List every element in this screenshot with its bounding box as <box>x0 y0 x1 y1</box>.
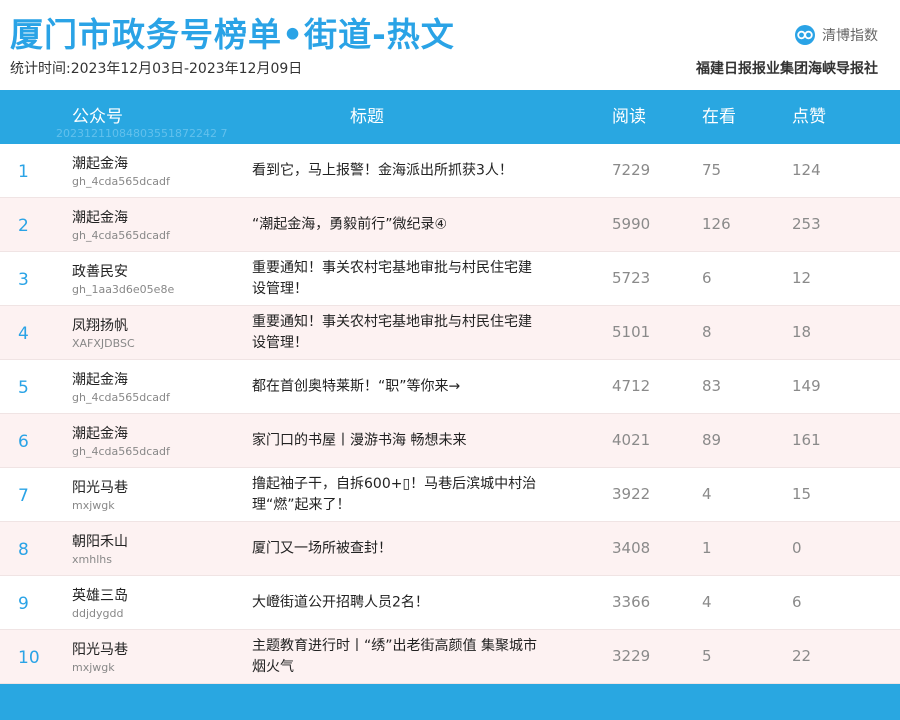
account-name[interactable]: 潮起金海 <box>72 207 128 227</box>
column-header-watching: 在看 <box>702 107 736 127</box>
account-id: gh_4cda565dcadf <box>72 391 170 404</box>
account-id: ddjdygdd <box>72 607 124 620</box>
watching-count: 6 <box>702 269 712 287</box>
likes-count: 18 <box>792 323 812 341</box>
article-title-link[interactable]: 撸起袖子干，自拆600+▯！马巷后滨城中村治理“燃”起来了！ <box>252 474 542 516</box>
likes-count: 253 <box>792 215 821 233</box>
article-title-link[interactable]: 看到它，马上报警！金海派出所抓获3人！ <box>252 160 542 181</box>
likes-count: 6 <box>792 593 802 611</box>
page-title: 厦门市政务号榜单•街道-热文 <box>10 15 455 54</box>
account-name[interactable]: 朝阳禾山 <box>72 531 128 551</box>
account-name[interactable]: 政善民安 <box>72 261 128 281</box>
table-row[interactable]: 7 阳光马巷 mxjwgk 撸起袖子干，自拆600+▯！马巷后滨城中村治理“燃”起来了… <box>0 468 900 522</box>
table-row[interactable]: 1 潮起金海 gh_4cda565dcadf 看到它，马上报警！金海派出所抓获3人！ 7… <box>0 144 900 198</box>
watching-count: 4 <box>702 593 712 611</box>
rank-number: 1 <box>18 162 29 182</box>
column-header-title: 标题 <box>350 107 384 127</box>
column-header-account: 公众号 <box>72 107 123 127</box>
table-row[interactable]: 4 凤翔扬帆 XAFXJDBSC 重要通知！事关农村宅基地审批与村民住宅建设管理！ 51… <box>0 306 900 360</box>
brand-logo: 清博指数 <box>792 24 878 46</box>
publisher-name: 福建日报报业集团海峡导报社 <box>696 61 878 77</box>
account-id: mxjwgk <box>72 661 115 674</box>
read-count: 4712 <box>612 377 651 395</box>
likes-count: 149 <box>792 377 821 395</box>
account-name[interactable]: 阳光马巷 <box>72 639 128 659</box>
rank-number: 10 <box>18 648 40 668</box>
account-id: gh_1aa3d6e05e8e <box>72 283 175 296</box>
account-name[interactable]: 潮起金海 <box>72 369 128 389</box>
article-title-link[interactable]: 家门口的书屋丨漫游书海 畅想未来 <box>252 430 542 451</box>
page-header: 厦门市政务号榜单•街道-热文 统计时间:2023年12月03日-2023年12月… <box>0 0 900 90</box>
table-row[interactable]: 5 潮起金海 gh_4cda565dcadf 都在首创奥特莱斯！“职”等你来→ 4712… <box>0 360 900 414</box>
watching-count: 8 <box>702 323 712 341</box>
read-count: 3922 <box>612 485 651 503</box>
read-count: 4021 <box>612 431 651 449</box>
read-count: 5990 <box>612 215 651 233</box>
table-row[interactable]: 8 朝阳禾山 xmhlhs 厦门又一场所被查封！ 3408 1 0 <box>0 522 900 576</box>
column-header-read: 阅读 <box>612 107 646 127</box>
column-header-likes: 点赞 <box>792 107 826 127</box>
article-title-link[interactable]: 重要通知！事关农村宅基地审批与村民住宅建设管理！ <box>252 258 542 300</box>
read-count: 5101 <box>612 323 651 341</box>
watching-count: 1 <box>702 539 712 557</box>
article-title-link[interactable]: 重要通知！事关农村宅基地审批与村民住宅建设管理！ <box>252 312 542 354</box>
account-name[interactable]: 阳光马巷 <box>72 477 128 497</box>
rank-number: 9 <box>18 594 29 614</box>
table-row[interactable]: 10 阳光马巷 mxjwgk 主题教育进行时丨“绣”出老街高颜值 集聚城市烟火气 322… <box>0 630 900 684</box>
article-title-link[interactable]: 大嶝街道公开招聘人员2名！ <box>252 592 542 613</box>
rank-number: 4 <box>18 324 29 344</box>
table-row[interactable]: 9 英雄三岛 ddjdygdd 大嶝街道公开招聘人员2名！ 3366 4 6 <box>0 576 900 630</box>
watching-count: 5 <box>702 647 712 665</box>
read-count: 5723 <box>612 269 651 287</box>
ranking-table-body: 1 潮起金海 gh_4cda565dcadf 看到它，马上报警！金海派出所抓获3人！ 7… <box>0 144 900 684</box>
article-title-link[interactable]: “潮起金海，勇毅前行”微纪录④ <box>252 214 542 235</box>
likes-count: 22 <box>792 647 812 665</box>
likes-count: 12 <box>792 269 812 287</box>
watching-count: 83 <box>702 377 722 395</box>
account-name[interactable]: 凤翔扬帆 <box>72 315 128 335</box>
likes-count: 0 <box>792 539 802 557</box>
watching-count: 89 <box>702 431 722 449</box>
account-id: gh_4cda565dcadf <box>72 445 170 458</box>
account-id: XAFXJDBSC <box>72 337 135 350</box>
account-name[interactable]: 潮起金海 <box>72 423 128 443</box>
read-count: 3229 <box>612 647 651 665</box>
rank-number: 2 <box>18 216 29 236</box>
read-count: 7229 <box>612 161 651 179</box>
footer-bar <box>0 684 900 720</box>
likes-count: 124 <box>792 161 821 179</box>
account-name[interactable]: 潮起金海 <box>72 153 128 173</box>
table-row[interactable]: 3 政善民安 gh_1aa3d6e05e8e 重要通知！事关农村宅基地审批与村民住宅建… <box>0 252 900 306</box>
table-row[interactable]: 6 潮起金海 gh_4cda565dcadf 家门口的书屋丨漫游书海 畅想未来 4021… <box>0 414 900 468</box>
watching-count: 4 <box>702 485 712 503</box>
stat-period: 统计时间:2023年12月03日-2023年12月09日 <box>10 61 303 77</box>
brand-name: 清博指数 <box>822 28 878 44</box>
article-title-link[interactable]: 主题教育进行时丨“绣”出老街高颜值 集聚城市烟火气 <box>252 636 542 678</box>
qingbo-logo-icon <box>795 25 815 45</box>
table-header: 公众号 标题 阅读 在看 点赞 20231211084803551872242 … <box>0 90 900 144</box>
watermark: 20231211084803551872242 7 <box>56 127 228 140</box>
likes-count: 15 <box>792 485 812 503</box>
rank-number: 7 <box>18 486 29 506</box>
article-title-link[interactable]: 都在首创奥特莱斯！“职”等你来→ <box>252 376 542 397</box>
account-name[interactable]: 英雄三岛 <box>72 585 128 605</box>
account-id: gh_4cda565dcadf <box>72 175 170 188</box>
account-id: mxjwgk <box>72 499 115 512</box>
read-count: 3408 <box>612 539 651 557</box>
read-count: 3366 <box>612 593 651 611</box>
rank-number: 8 <box>18 540 29 560</box>
table-row[interactable]: 2 潮起金海 gh_4cda565dcadf “潮起金海，勇毅前行”微纪录④ 5990 1… <box>0 198 900 252</box>
rank-number: 3 <box>18 270 29 290</box>
rank-number: 6 <box>18 432 29 452</box>
article-title-link[interactable]: 厦门又一场所被查封！ <box>252 538 542 559</box>
likes-count: 161 <box>792 431 821 449</box>
watching-count: 126 <box>702 215 731 233</box>
account-id: gh_4cda565dcadf <box>72 229 170 242</box>
rank-number: 5 <box>18 378 29 398</box>
watching-count: 75 <box>702 161 722 179</box>
account-id: xmhlhs <box>72 553 112 566</box>
